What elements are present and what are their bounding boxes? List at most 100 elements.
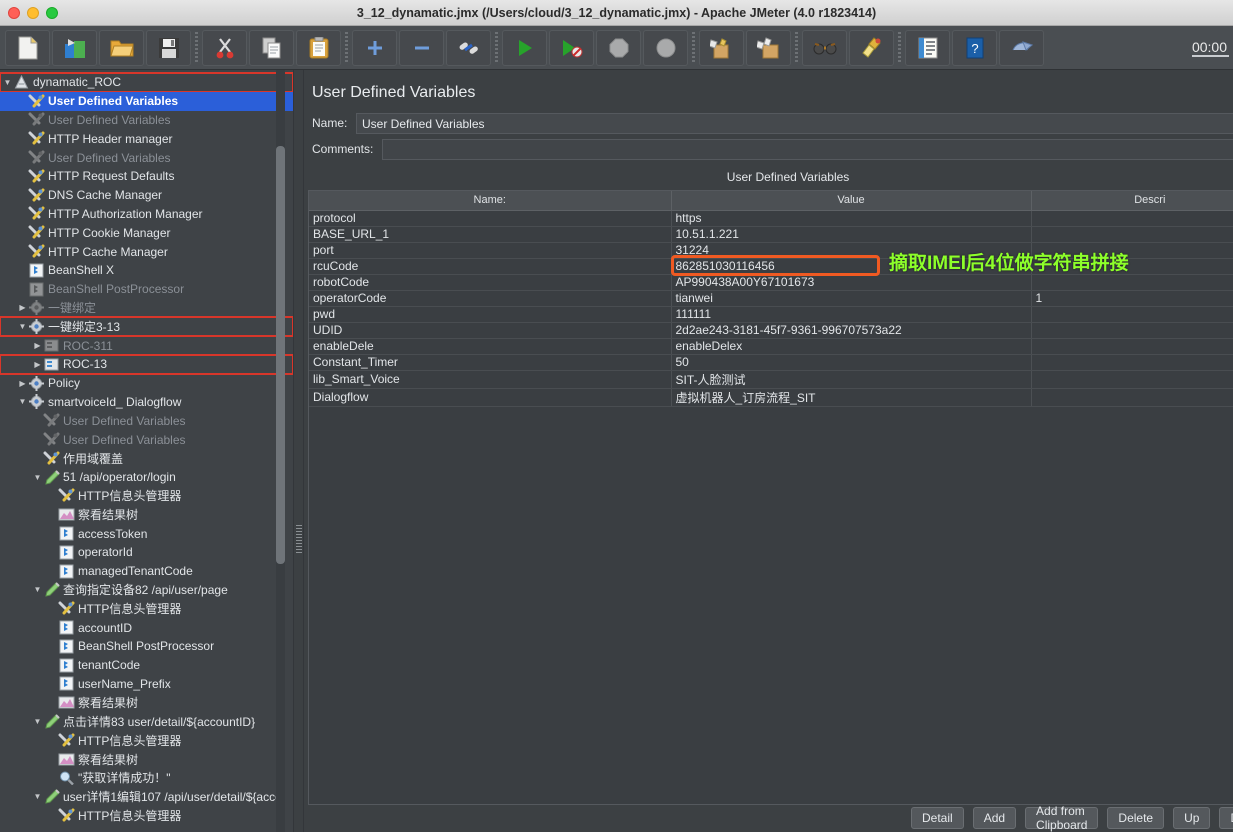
cell-name[interactable]: Dialogflow [309, 388, 672, 407]
minimize-button[interactable] [27, 6, 39, 19]
tree-node[interactable]: ▶ ROC-311 [0, 336, 293, 355]
cell-name[interactable]: pwd [309, 306, 672, 323]
tree-node[interactable]: tenantCode [0, 656, 293, 675]
cell-value[interactable]: 2d2ae243-3181-45f7-9361-996707573a22 [671, 322, 1032, 339]
cell-desc[interactable] [1031, 338, 1233, 355]
shutdown-icon[interactable] [643, 29, 688, 66]
chevron-down-icon[interactable]: ▼ [17, 322, 28, 331]
tree-node[interactable]: ▼ 51 /api/operator/login [0, 468, 293, 487]
tree-node[interactable]: User Defined Variables [0, 111, 293, 130]
cell-value[interactable]: 111111 [671, 306, 1032, 323]
button-up[interactable]: Up [1173, 806, 1211, 829]
cell-name[interactable]: robotCode [309, 274, 672, 291]
button-down[interactable]: Down [1219, 806, 1233, 829]
tree-node[interactable]: operatorId [0, 543, 293, 562]
save-icon[interactable] [146, 29, 191, 66]
cell-value[interactable]: AP990438A00Y67101673 [671, 274, 1032, 291]
cell-name[interactable]: port [309, 242, 672, 259]
name-input[interactable]: User Defined Variables [356, 112, 1233, 134]
button-detail[interactable]: Detail [911, 806, 964, 829]
window-controls[interactable] [0, 6, 58, 19]
tree-node[interactable]: userName_Prefix [0, 675, 293, 694]
cell-desc[interactable] [1031, 388, 1233, 407]
cell-desc[interactable] [1031, 354, 1233, 371]
chevron-down-icon[interactable]: ▼ [32, 585, 43, 594]
cell-name[interactable]: Constant_Timer [309, 354, 672, 371]
tree-node[interactable]: User Defined Variables [0, 411, 293, 430]
split-divider-grip[interactable] [296, 525, 302, 555]
tree-node[interactable]: ▶ Policy [0, 374, 293, 393]
close-button[interactable] [8, 6, 20, 19]
start-icon[interactable] [502, 29, 547, 66]
clear-icon[interactable] [699, 29, 744, 66]
table-row[interactable]: UDID 2d2ae243-3181-45f7-9361-996707573a22 [309, 322, 1233, 339]
cell-name[interactable]: enableDele [309, 338, 672, 355]
cell-desc[interactable] [1031, 274, 1233, 291]
cell-value[interactable]: https [671, 210, 1032, 227]
cell-name[interactable]: lib_Smart_Voice [309, 370, 672, 389]
stop-icon[interactable] [596, 29, 641, 66]
tree-node[interactable]: BeanShell PostProcessor [0, 637, 293, 656]
chevron-down-icon[interactable]: ▼ [32, 473, 43, 482]
tree-node[interactable]: ▼ 点击详情83 user/detail/${accountID} [0, 712, 293, 731]
cell-value[interactable]: enableDelex [671, 338, 1032, 355]
tree-node[interactable]: ▼ user详情1编辑107 /api/user/detail/${acco [0, 787, 293, 806]
tree-node[interactable]: HTTP Request Defaults [0, 167, 293, 186]
button-delete[interactable]: Delete [1107, 806, 1165, 829]
tree-scrollbar-thumb[interactable] [276, 146, 285, 564]
chevron-right-icon[interactable]: ▶ [17, 303, 28, 312]
cell-value[interactable]: 50 [671, 354, 1032, 371]
button-add-from-clipboard[interactable]: Add from Clipboard [1025, 804, 1099, 832]
cell-desc[interactable] [1031, 210, 1233, 227]
function-helper-icon[interactable] [905, 29, 950, 66]
chevron-down-icon[interactable]: ▼ [32, 792, 43, 801]
cell-value[interactable]: 虚拟机器人_订房流程_SIT [671, 388, 1032, 407]
cell-desc[interactable] [1031, 306, 1233, 323]
tree-node[interactable]: BeanShell PostProcessor [0, 280, 293, 299]
column-header-name[interactable]: Name: [309, 191, 672, 211]
copy-icon[interactable] [249, 29, 294, 66]
chevron-down-icon[interactable]: ▼ [32, 717, 43, 726]
chevron-right-icon[interactable]: ▶ [32, 341, 43, 350]
cell-name[interactable]: operatorCode [309, 290, 672, 307]
toggle-icon[interactable] [446, 29, 491, 66]
tree-node[interactable]: 察看结果树 [0, 693, 293, 712]
table-row[interactable]: lib_Smart_Voice SIT-人脸测试 [309, 370, 1233, 389]
cell-value[interactable]: SIT-人脸测试 [671, 370, 1032, 389]
button-add[interactable]: Add [972, 806, 1017, 829]
tree-node[interactable]: DNS Cache Manager [0, 186, 293, 205]
table-row[interactable]: robotCode AP990438A00Y67101673 [309, 274, 1233, 291]
split-divider[interactable] [293, 70, 304, 832]
tree-node[interactable]: 察看结果树 [0, 750, 293, 769]
table-row[interactable]: enableDele enableDelex [309, 338, 1233, 355]
cell-name[interactable]: UDID [309, 322, 672, 339]
cell-name[interactable]: rcuCode [309, 258, 672, 275]
paste-icon[interactable] [296, 29, 341, 66]
tree-node[interactable]: User Defined Variables [0, 430, 293, 449]
chevron-right-icon[interactable]: ▶ [17, 379, 28, 388]
expand-icon[interactable] [352, 29, 397, 66]
table-row[interactable]: protocol https [309, 210, 1233, 227]
tree-node[interactable]: ▼ 一键绑定3-13 [0, 316, 293, 338]
cell-desc[interactable] [1031, 226, 1233, 243]
tree-node[interactable]: accessToken [0, 524, 293, 543]
tree-node[interactable]: accountID [0, 618, 293, 637]
tree-node[interactable]: HTTP Cache Manager [0, 242, 293, 261]
table-row[interactable]: Dialogflow 虚拟机器人_订房流程_SIT [309, 388, 1233, 407]
undo-icon[interactable] [999, 29, 1044, 66]
help-icon[interactable]: ? [952, 29, 997, 66]
variables-table[interactable]: Name: Value Descri protocol https BASE_URL… [309, 191, 1233, 407]
table-row[interactable]: Constant_Timer 50 [309, 354, 1233, 371]
tree-node[interactable]: ▶ ROC-13 [0, 353, 293, 375]
cut-icon[interactable] [202, 29, 247, 66]
start-no-pauses-icon[interactable] [549, 29, 594, 66]
new-icon[interactable] [5, 29, 50, 66]
collapse-icon[interactable] [399, 29, 444, 66]
tree-node[interactable]: ▼ smartvoiceId_ Dialogflow [0, 393, 293, 412]
chevron-down-icon[interactable]: ▼ [2, 78, 13, 87]
cell-value[interactable]: 10.51.1.221 [671, 226, 1032, 243]
column-header-description[interactable]: Descri [1031, 191, 1233, 211]
reset-search-icon[interactable] [849, 29, 894, 66]
cell-desc[interactable] [1031, 322, 1233, 339]
chevron-right-icon[interactable]: ▶ [32, 360, 43, 369]
